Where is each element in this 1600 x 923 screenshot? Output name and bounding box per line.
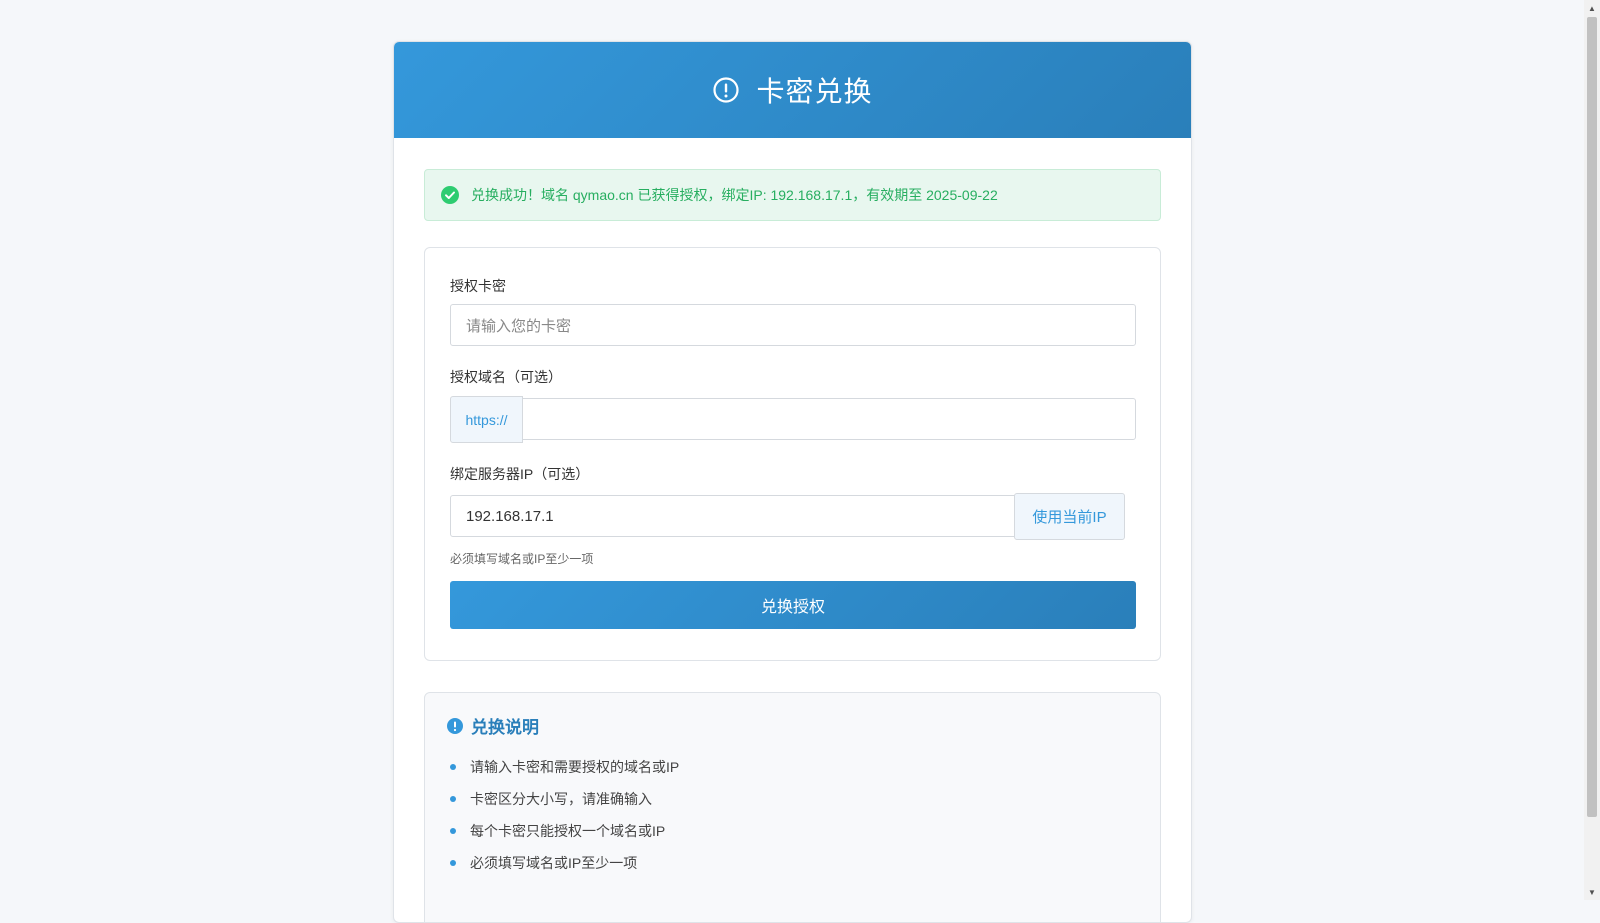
form-hint: 必须填写域名或IP至少一项 (450, 552, 594, 566)
bullet-icon (450, 828, 456, 834)
instructions-title: 兑换说明 (471, 718, 539, 737)
list-item-text: 每个卡密只能授权一个域名或IP (470, 823, 666, 839)
list-item: 每个卡密只能授权一个域名或IP (450, 815, 679, 847)
list-item: 卡密区分大小写，请准确输入 (450, 783, 679, 815)
ip-input[interactable]: 192.168.17.1 (450, 495, 1015, 537)
instructions-list: 请输入卡密和需要授权的域名或IP 卡密区分大小写，请准确输入 每个卡密只能授权一… (450, 751, 679, 879)
scroll-down-arrow-icon[interactable]: ▼ (1584, 884, 1600, 900)
exclamation-circle-icon (713, 77, 740, 103)
bullet-icon (450, 764, 456, 770)
alert-message: 兑换成功！域名 qymao.cn 已获得授权，绑定IP: 192.168.17.… (471, 187, 998, 203)
scroll-up-arrow-icon[interactable]: ▲ (1584, 0, 1600, 16)
ip-label: 绑定服务器IP（可选） (450, 466, 590, 482)
list-item: 请输入卡密和需要授权的域名或IP (450, 751, 679, 783)
vertical-scrollbar[interactable]: ▲ ▼ (1584, 0, 1600, 900)
info-circle-icon (447, 717, 463, 734)
scrollbar-thumb[interactable] (1587, 17, 1597, 817)
redeem-form: 授权卡密 请输入您的卡密 授权域名（可选） https:// 绑定服务器IP（可… (424, 247, 1161, 661)
check-circle-icon (441, 186, 459, 204)
card-header: 卡密兑换 (394, 42, 1191, 138)
list-item: 必须填写域名或IP至少一项 (450, 847, 679, 879)
card-key-input[interactable]: 请输入您的卡密 (450, 304, 1136, 346)
redeem-card: 卡密兑换 兑换成功！域名 qymao.cn 已获得授权，绑定IP: 192.16… (393, 41, 1192, 923)
page-title: 卡密兑换 (756, 76, 873, 107)
instructions-panel: 兑换说明 请输入卡密和需要授权的域名或IP 卡密区分大小写，请准确输入 每个卡密… (424, 692, 1161, 922)
list-item-text: 必须填写域名或IP至少一项 (470, 855, 638, 871)
bullet-icon (450, 796, 456, 802)
card-key-placeholder: 请输入您的卡密 (466, 317, 572, 335)
domain-prefix: https:// (450, 396, 523, 443)
use-current-ip-button[interactable]: 使用当前IP (1014, 493, 1125, 540)
domain-input[interactable] (522, 398, 1136, 440)
redeem-submit-button[interactable]: 兑换授权 (450, 581, 1136, 629)
ip-input-value: 192.168.17.1 (466, 507, 554, 525)
domain-label: 授权域名（可选） (450, 369, 562, 385)
list-item-text: 请输入卡密和需要授权的域名或IP (470, 759, 680, 775)
success-alert: 兑换成功！域名 qymao.cn 已获得授权，绑定IP: 192.168.17.… (424, 169, 1161, 221)
bullet-icon (450, 860, 456, 866)
list-item-text: 卡密区分大小写，请准确输入 (470, 791, 652, 807)
card-key-label: 授权卡密 (450, 278, 506, 294)
instructions-heading: 兑换说明 (447, 713, 539, 738)
